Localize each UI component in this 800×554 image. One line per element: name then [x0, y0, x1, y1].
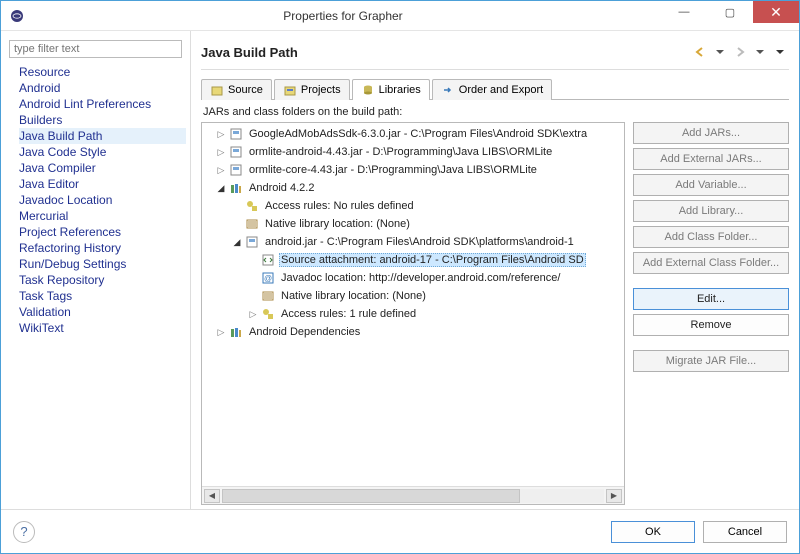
category-item[interactable]: Resource: [19, 64, 186, 80]
add-jars-button[interactable]: Add JARs...: [633, 122, 789, 144]
tree-node-jar[interactable]: ◢android.jar - C:\Program Files\Android …: [202, 233, 624, 251]
tree-node-access-rules[interactable]: Access rules: No rules defined: [202, 197, 624, 215]
tree-node-jar[interactable]: ▷ormlite-core-4.43.jar - D:\Programming\…: [202, 161, 624, 179]
svg-text:@: @: [264, 274, 272, 283]
libraries-tree[interactable]: ▷GoogleAdMobAdsSdk-6.3.0.jar - C:\Progra…: [202, 123, 624, 486]
tab-icon: [361, 83, 375, 97]
scroll-thumb[interactable]: [222, 489, 520, 503]
jar-icon: [228, 162, 244, 178]
category-item[interactable]: Java Compiler: [19, 160, 186, 176]
tab-label: Source: [228, 84, 263, 96]
scroll-left-icon[interactable]: ◀: [204, 489, 220, 503]
migrate-jar-button[interactable]: Migrate JAR File...: [633, 350, 789, 372]
source-icon: [260, 252, 276, 268]
category-item[interactable]: Android Lint Preferences: [19, 96, 186, 112]
scroll-right-icon[interactable]: ▶: [606, 489, 622, 503]
window-title: Properties for Grapher: [25, 9, 661, 23]
library-icon: [228, 180, 244, 196]
tree-node-javadoc[interactable]: @Javadoc location: http://developer.andr…: [202, 269, 624, 287]
jar-icon: [228, 126, 244, 142]
category-item[interactable]: Builders: [19, 112, 186, 128]
tab-source[interactable]: Source: [201, 79, 272, 100]
category-sidebar: ResourceAndroidAndroid Lint PreferencesB…: [1, 31, 191, 509]
category-item[interactable]: Run/Debug Settings: [19, 256, 186, 272]
category-item[interactable]: WikiText: [19, 320, 186, 336]
tree-node-access-rules[interactable]: ▷Access rules: 1 rule defined: [202, 305, 624, 323]
maximize-button[interactable]: ▢: [707, 1, 753, 23]
javadoc-icon: @: [260, 270, 276, 286]
category-item[interactable]: Javadoc Location: [19, 192, 186, 208]
tab-description: JARs and class folders on the build path…: [203, 106, 789, 118]
add-variable-button[interactable]: Add Variable...: [633, 174, 789, 196]
library-icon: [228, 324, 244, 340]
tree-node-native-lib[interactable]: Native library location: (None): [202, 215, 624, 233]
close-button[interactable]: ✕: [753, 1, 799, 23]
eclipse-icon: [9, 8, 25, 24]
menu-icon[interactable]: [771, 43, 789, 61]
category-item[interactable]: Java Code Style: [19, 144, 186, 160]
category-item[interactable]: Java Editor: [19, 176, 186, 192]
forward-icon[interactable]: [731, 43, 749, 61]
category-item[interactable]: Refactoring History: [19, 240, 186, 256]
add-external-jars-button[interactable]: Add External JARs...: [633, 148, 789, 170]
native-lib-icon: [244, 216, 260, 232]
category-item[interactable]: Java Build Path: [19, 128, 186, 144]
minimize-button[interactable]: —: [661, 1, 707, 23]
tab-label: Projects: [301, 84, 341, 96]
category-item[interactable]: Validation: [19, 304, 186, 320]
tab-projects[interactable]: Projects: [274, 79, 350, 100]
remove-button[interactable]: Remove: [633, 314, 789, 336]
tab-icon: [441, 83, 455, 97]
jar-icon: [244, 234, 260, 250]
tab-libraries[interactable]: Libraries: [352, 79, 430, 100]
edit-button[interactable]: Edit...: [633, 288, 789, 310]
ok-button[interactable]: OK: [611, 521, 695, 543]
dropdown-icon[interactable]: [751, 43, 769, 61]
category-item[interactable]: Project References: [19, 224, 186, 240]
add-external-class-folder-button[interactable]: Add External Class Folder...: [633, 252, 789, 274]
horizontal-scrollbar[interactable]: ◀ ▶: [202, 486, 624, 504]
category-list: ResourceAndroidAndroid Lint PreferencesB…: [5, 64, 186, 505]
jar-icon: [228, 144, 244, 160]
tab-order-and-export[interactable]: Order and Export: [432, 79, 552, 100]
filter-input[interactable]: [9, 40, 182, 58]
tree-node-native-lib[interactable]: Native library location: (None): [202, 287, 624, 305]
add-library-button[interactable]: Add Library...: [633, 200, 789, 222]
back-icon[interactable]: [691, 43, 709, 61]
dropdown-icon[interactable]: [711, 43, 729, 61]
native-lib-icon: [260, 288, 276, 304]
category-item[interactable]: Android: [19, 80, 186, 96]
category-item[interactable]: Mercurial: [19, 208, 186, 224]
tab-label: Order and Export: [459, 84, 543, 96]
tab-label: Libraries: [379, 84, 421, 96]
tree-node-library[interactable]: ◢Android 4.2.2: [202, 179, 624, 197]
category-item[interactable]: Task Tags: [19, 288, 186, 304]
access-rules-icon: [244, 198, 260, 214]
tree-node-jar[interactable]: ▷GoogleAdMobAdsSdk-6.3.0.jar - C:\Progra…: [202, 125, 624, 143]
category-item[interactable]: Task Repository: [19, 272, 186, 288]
tree-node-source-attachment[interactable]: Source attachment: android-17 - C:\Progr…: [202, 251, 624, 269]
access-rules-icon: [260, 306, 276, 322]
tree-node-jar[interactable]: ▷ormlite-android-4.43.jar - D:\Programmi…: [202, 143, 624, 161]
help-icon[interactable]: ?: [13, 521, 35, 543]
titlebar: Properties for Grapher — ▢ ✕: [1, 1, 799, 31]
add-class-folder-button[interactable]: Add Class Folder...: [633, 226, 789, 248]
tab-icon: [283, 83, 297, 97]
properties-dialog: Properties for Grapher — ▢ ✕ ResourceAnd…: [0, 0, 800, 554]
build-path-tabs: Source Projects Libraries Order and Export: [201, 76, 789, 100]
tree-node-library[interactable]: ▷Android Dependencies: [202, 323, 624, 341]
cancel-button[interactable]: Cancel: [703, 521, 787, 543]
page-title: Java Build Path: [201, 45, 689, 60]
tab-icon: [210, 83, 224, 97]
